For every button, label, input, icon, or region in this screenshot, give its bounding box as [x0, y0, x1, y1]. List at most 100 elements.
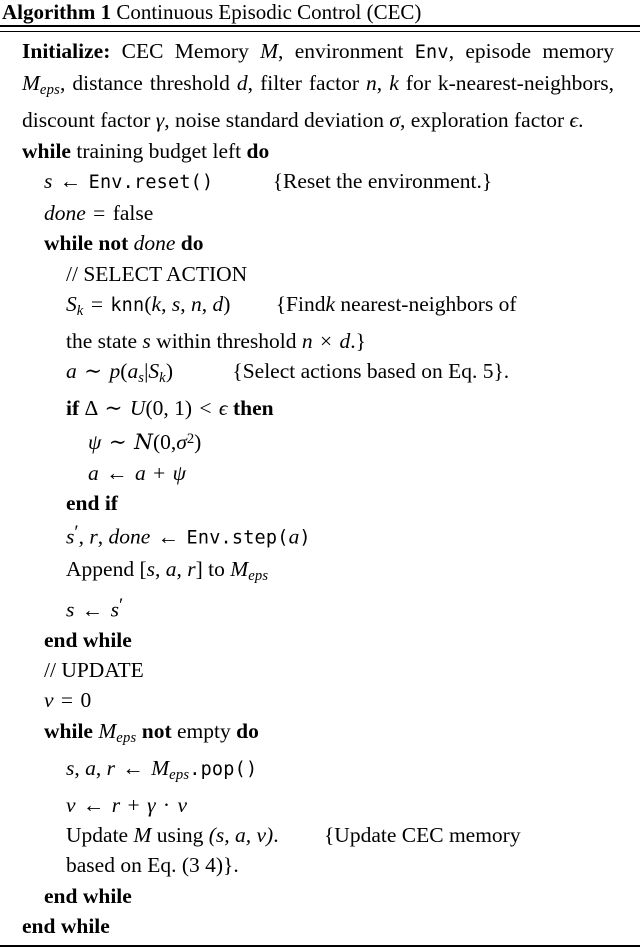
less-than-sign: <: [199, 396, 212, 421]
var-noise-sigma: σ: [389, 108, 400, 133]
pop-var-a: a: [85, 755, 96, 780]
algorithm-title: Algorithm 1 Continuous Episodic Control …: [0, 0, 640, 25]
value-zero: 0: [80, 688, 92, 713]
var-v: v: [44, 688, 54, 713]
value-var-v-rhs: v: [177, 793, 188, 818]
uniform-args: (0, 1): [145, 396, 193, 421]
pop-var-r: r: [106, 755, 115, 780]
equals-sign-v: =: [60, 688, 74, 713]
line-while-not-done: while not done do: [0, 228, 640, 258]
keyword-not-update: not: [141, 718, 172, 743]
initialize-seg-5: , filter factor: [247, 71, 360, 96]
line-while-meps-not-empty: while Meps not empty do: [0, 716, 640, 753]
line-init-value: v = 0: [0, 685, 640, 715]
call-pop: .pop(): [189, 758, 258, 780]
line-add-noise: a ← a + ψ: [0, 458, 640, 488]
keyword-while: while: [22, 138, 71, 163]
update-word: Update: [66, 823, 129, 848]
append-var-r: r: [187, 557, 196, 582]
var-Sk-subscript: k: [76, 302, 84, 319]
line-update-memory: Update M using (s, a, v). {Update CEC me…: [0, 820, 640, 850]
knn-cont-var-d: d: [339, 328, 351, 353]
knn-cont-var-n: n: [301, 328, 313, 353]
var-a-target: a: [88, 461, 99, 485]
line-env-step: s′, r, done ← Env.step(a): [66, 522, 311, 549]
var-episode-memory: M: [22, 71, 40, 96]
comment-knn-part2: nearest-neighbors of: [340, 291, 517, 316]
assign-arrow-icon: ←: [59, 168, 82, 193]
tilde-sign-if: ∼: [104, 396, 123, 421]
p-paren-close: ): [165, 359, 173, 384]
algorithm-label: Algorithm 1: [2, 0, 112, 24]
assign-arrow-icon-noise: ←: [106, 461, 128, 485]
line-end-if: end if: [66, 491, 118, 516]
knn-cont-part2: within threshold: [156, 328, 297, 353]
algorithm-block: Algorithm 1 Continuous Episodic Control …: [0, 0, 640, 947]
knn-cont-var-s: s: [142, 328, 151, 353]
knn-arg-n: n: [190, 291, 202, 316]
var-psi-add: ψ: [172, 461, 186, 485]
var-episode-memory-subscript: eps: [39, 82, 60, 99]
comment-knn-part1: {Find: [275, 291, 326, 316]
plus-sign-value: +: [127, 793, 140, 818]
line-end-while-outer: end while: [22, 913, 110, 938]
pop-source-M: M: [151, 755, 170, 780]
var-a-s: a: [127, 359, 139, 384]
value-var-v: v: [66, 793, 76, 818]
keyword-then: then: [232, 396, 274, 421]
var-sigma-noise: σ: [176, 429, 187, 454]
line-pop-episode: s, a, r ← Meps.pop(): [66, 755, 258, 783]
tt-env: Env: [414, 42, 449, 63]
keyword-while-inner: while: [44, 231, 93, 256]
knn-paren-close: ): [223, 291, 231, 316]
append-target-subscript: eps: [248, 568, 269, 585]
line-value-update: v ← r + γ · v: [0, 790, 640, 820]
append-to: to: [208, 557, 225, 582]
line-append-episode: Append [s, a, r] to Meps: [66, 557, 269, 585]
knn-arg-s: s: [171, 291, 181, 316]
line-knn-comment-cont: the state s within threshold n × d.}: [0, 326, 640, 356]
var-epsilon-if: ϵ: [218, 396, 228, 421]
value-false: false: [112, 201, 154, 226]
var-k: k: [389, 71, 399, 96]
var-filter-factor: n: [366, 71, 377, 96]
dot-operator: ·: [162, 793, 171, 818]
algorithm-caption: Continuous Episodic Control (CEC): [116, 0, 422, 24]
comment-update-memory: {Update CEC memory: [323, 823, 521, 848]
line-while-training-budget: while training budget left do: [0, 136, 640, 166]
line-done-false: done = false: [0, 198, 640, 228]
line-end-while-inner: end while: [44, 627, 132, 652]
var-s: s: [44, 168, 53, 193]
normal-open: (0,: [152, 429, 177, 454]
dist-p: p: [109, 359, 121, 384]
value-var-r: r: [111, 793, 121, 818]
comment-select-actions: {Select actions based on Eq. 5}.: [232, 359, 510, 384]
prime-mark-state: ′: [119, 595, 124, 617]
var-distance-threshold: d: [236, 71, 248, 96]
keyword-if: if: [66, 396, 80, 421]
while-budget-text: training budget left: [76, 138, 242, 163]
var-psi: ψ: [88, 429, 102, 454]
knn-arg-k: k: [151, 291, 162, 316]
initialize-keyword: Initialize:: [22, 39, 111, 63]
step-arg-a: a: [288, 524, 300, 549]
dist-normal: N: [134, 429, 153, 455]
call-env-step: Env.step(: [186, 527, 289, 549]
append-target-M: M: [230, 557, 249, 582]
knn-paren-open: (: [144, 291, 152, 316]
pop-source-subscript: eps: [169, 766, 190, 783]
times-sign: ×: [320, 328, 333, 353]
var-done: done: [44, 201, 86, 226]
keyword-do-inner: do: [180, 231, 204, 256]
var-Sk: S: [66, 291, 77, 316]
update-using: using: [156, 823, 204, 848]
var-r-step: r: [89, 524, 98, 549]
assign-arrow-icon-state: ←: [81, 597, 104, 622]
assign-arrow-icon-value: ←: [82, 793, 105, 818]
var-a-sample: a: [66, 359, 77, 384]
title-rule-top: [0, 25, 640, 27]
assign-arrow-icon-step: ←: [157, 524, 180, 549]
var-Meps-cond-subscript: eps: [116, 729, 137, 746]
var-discount-factor: γ: [155, 108, 165, 133]
assign-var-s: s: [66, 597, 75, 622]
